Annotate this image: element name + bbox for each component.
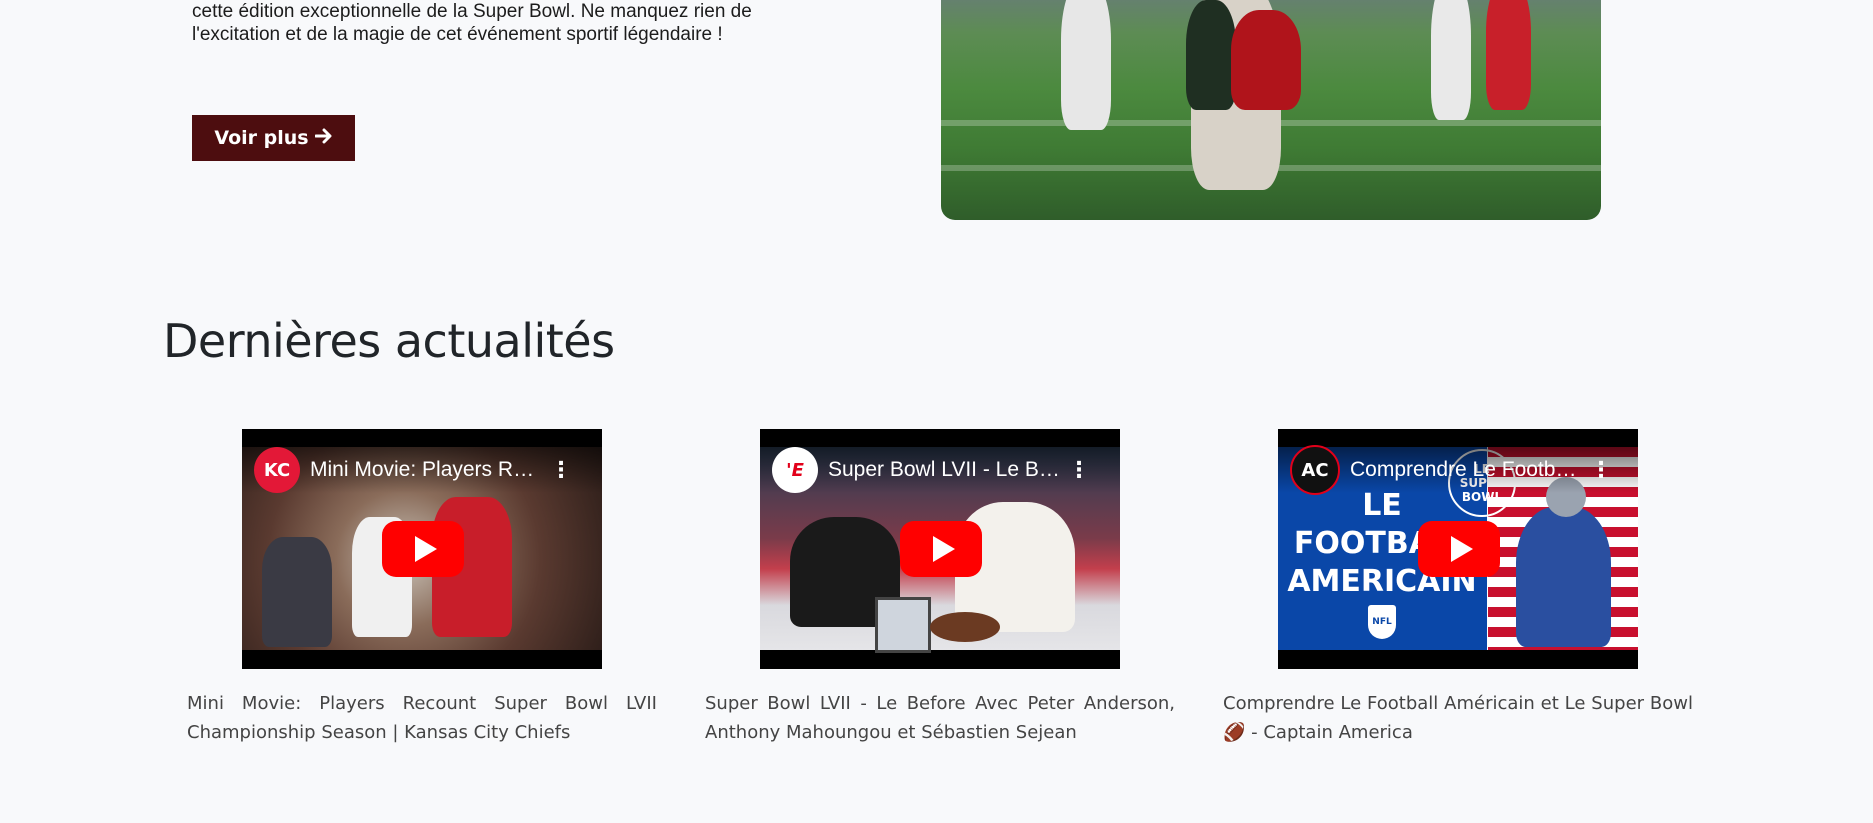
play-icon (933, 536, 955, 562)
news-card: KC Mini Movie: Players Recount Super Bow… (187, 429, 657, 747)
channel-avatar[interactable]: KC (254, 447, 300, 493)
video-caption: Mini Movie: Players Recount Super Bowl L… (187, 693, 657, 743)
video-title[interactable]: Super Bowl LVII - Le Before Avec Peter A… (828, 458, 1060, 482)
video-player[interactable]: 'E Super Bowl LVII - Le Before Avec Pete… (760, 429, 1120, 669)
channel-avatar[interactable]: AC (1290, 445, 1340, 495)
nfl-logo: NFL (1368, 605, 1396, 639)
more-options-icon[interactable]: ⋮ (550, 458, 572, 483)
more-options-icon[interactable]: ⋮ (1068, 458, 1090, 483)
play-button[interactable] (382, 521, 464, 577)
voir-plus-button[interactable]: Voir plus (192, 115, 355, 161)
video-caption: Comprendre Le Football Américain et Le S… (1223, 693, 1693, 743)
play-button[interactable] (900, 521, 982, 577)
video-caption: Super Bowl LVII - Le Before Avec Peter A… (705, 693, 1175, 743)
hero-description: cette édition exceptionnelle de la Super… (192, 1, 752, 45)
video-title[interactable]: Comprendre Le Football Américain et Le S… (1350, 458, 1582, 482)
video-player[interactable]: LE FOOTBALL AMERICAIN LE SUPER BOWL NFL … (1278, 429, 1638, 669)
play-icon (1451, 536, 1473, 562)
arrow-right-icon (314, 127, 333, 149)
channel-avatar[interactable]: 'E (772, 447, 818, 493)
news-card: LE FOOTBALL AMERICAIN LE SUPER BOWL NFL … (1223, 429, 1693, 747)
voir-plus-label: Voir plus (214, 127, 309, 149)
video-title[interactable]: Mini Movie: Players Recount Super Bowl L… (310, 458, 542, 482)
more-options-icon[interactable]: ⋮ (1590, 458, 1612, 483)
play-button[interactable] (1418, 521, 1500, 577)
hero-image (941, 0, 1601, 220)
video-player[interactable]: KC Mini Movie: Players Recount Super Bow… (242, 429, 602, 669)
play-icon (415, 536, 437, 562)
news-card: 'E Super Bowl LVII - Le Before Avec Pete… (705, 429, 1175, 747)
news-section-title: Dernières actualités (163, 314, 615, 368)
